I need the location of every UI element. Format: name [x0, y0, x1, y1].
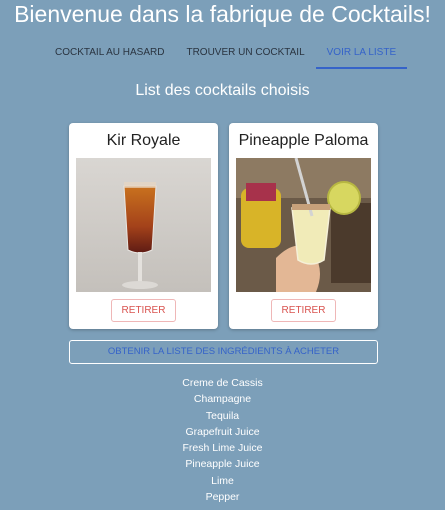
ingredient-item: Creme de Cassis	[182, 377, 263, 389]
ingredient-item: Pineapple Juice	[185, 458, 260, 471]
ingredient-item: Fresh Lime Juice	[182, 442, 263, 455]
tab-random-cocktail[interactable]: COCKTAIL AU HASARD	[44, 40, 175, 69]
ingredients-list: Creme de Cassis Champagne Tequila Grapef…	[0, 375, 445, 505]
section-title: List des cocktails choisis	[135, 82, 310, 99]
cocktail-title: Pineapple Paloma	[238, 132, 369, 149]
tab-bar: COCKTAIL AU HASARD TROUVER UN COCKTAIL V…	[44, 40, 408, 70]
ingredient-item: Lime	[211, 474, 234, 487]
app-title: Bienvenue dans la fabrique de Cocktails!	[14, 1, 431, 27]
cocktail-card: Pineapple Paloma RETIRER	[229, 123, 378, 329]
ingredient-item: Champagne	[193, 393, 252, 406]
ingredient-item: Pepper	[205, 491, 240, 504]
cocktail-card: Kir Royale RETIRER	[69, 123, 218, 329]
kir-royale-photo	[76, 158, 211, 292]
tab-view-list[interactable]: VOIR LA LISTE	[315, 40, 408, 69]
cocktail-title: Kir Royale	[106, 132, 181, 149]
ingredient-item: Tequila	[205, 409, 240, 422]
ingredient-item: Grapefruit Juice	[185, 425, 260, 438]
pineapple-paloma-photo	[236, 158, 371, 292]
remove-button[interactable]: RETIRER	[271, 299, 336, 322]
get-ingredients-button[interactable]: OBTENIR LA LISTE DES INGRÉDIENTS À ACHET…	[69, 340, 378, 364]
remove-button[interactable]: RETIRER	[111, 299, 176, 322]
tab-find-cocktail[interactable]: TROUVER UN COCKTAIL	[175, 40, 315, 69]
